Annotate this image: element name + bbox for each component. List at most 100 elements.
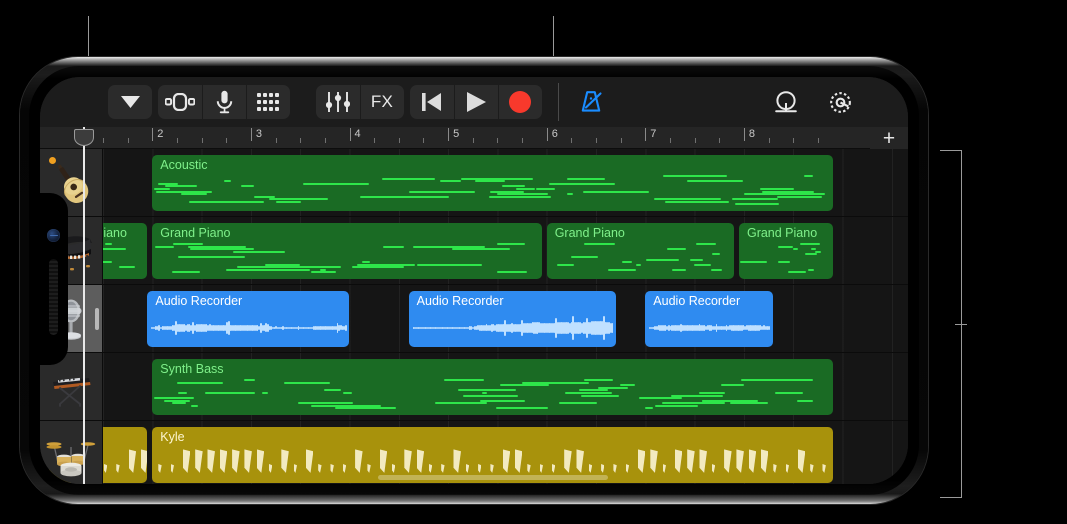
drummer-hit bbox=[822, 463, 826, 473]
midi-note bbox=[515, 187, 536, 190]
loop-browser-button[interactable] bbox=[158, 85, 202, 119]
midi-note bbox=[188, 245, 246, 248]
midi-note bbox=[792, 248, 799, 251]
ruler-bar-number: 2 bbox=[152, 128, 163, 141]
record-button[interactable] bbox=[498, 85, 542, 119]
ruler-beat-tick bbox=[472, 138, 474, 143]
go-to-beginning-button[interactable] bbox=[410, 85, 454, 119]
region-midi[interactable]: Grand Piano bbox=[546, 223, 735, 279]
region-label: Synth Bass bbox=[160, 362, 224, 376]
audio-recorder-button[interactable] bbox=[202, 85, 246, 119]
record-enable-indicator[interactable] bbox=[49, 157, 56, 164]
drummer-hit bbox=[490, 463, 494, 473]
iphone-device-frame: FX 2 3 4 5 6 7 8 + Acoustic Piano Grand … bbox=[20, 57, 928, 504]
midi-note bbox=[172, 271, 200, 274]
track-lane[interactable]: Acoustic bbox=[103, 149, 908, 216]
midi-note bbox=[171, 402, 187, 405]
midi-note bbox=[158, 182, 179, 185]
drummer-hit bbox=[195, 449, 203, 473]
drummer-hit bbox=[441, 463, 445, 473]
midi-note bbox=[177, 255, 245, 258]
track-header-drum-kit[interactable] bbox=[40, 421, 103, 484]
track-row: Grand PianoGrand PianoGrand PianoGrand P… bbox=[40, 217, 908, 285]
add-track-button[interactable]: + bbox=[870, 127, 908, 149]
midi-note bbox=[232, 250, 285, 253]
region-midi[interactable]: Grand Piano bbox=[738, 223, 833, 279]
drummer-hit bbox=[687, 449, 695, 473]
drummer-hit bbox=[453, 449, 461, 473]
drummer-hit bbox=[318, 463, 322, 473]
midi-note bbox=[335, 407, 396, 410]
toolbar-transport-group bbox=[410, 85, 542, 119]
midi-note bbox=[811, 248, 817, 251]
drummer-hit bbox=[625, 463, 630, 473]
ruler-beat-tick bbox=[719, 138, 721, 143]
ruler-bar-number: 3 bbox=[250, 128, 262, 141]
toolbar-navigation-group bbox=[108, 85, 152, 119]
horizontal-scroll-indicator[interactable] bbox=[378, 475, 608, 480]
midi-note bbox=[777, 261, 791, 264]
track-controls-button[interactable] bbox=[316, 85, 360, 119]
fx-button[interactable]: FX bbox=[360, 85, 404, 119]
track-lane[interactable]: Audio Recorder Audio Recorder Audio Record… bbox=[103, 285, 908, 352]
region-label: Audio Recorder bbox=[416, 294, 504, 308]
ruler-beat-tick bbox=[103, 138, 104, 143]
midi-note bbox=[732, 198, 779, 201]
region-label: Audio Recorder bbox=[653, 294, 741, 308]
midi-note bbox=[797, 399, 814, 402]
drummer-hit bbox=[773, 463, 777, 473]
track-lane[interactable]: Synth Bass bbox=[103, 353, 908, 420]
midi-note bbox=[416, 263, 482, 266]
midi-note bbox=[720, 384, 745, 387]
midi-note bbox=[694, 263, 712, 266]
region-audio[interactable]: Audio Recorder bbox=[147, 291, 350, 347]
track-lane[interactable]: Grand PianoGrand PianoGrand PianoGrand P… bbox=[48, 217, 908, 284]
settings-button[interactable] bbox=[820, 85, 860, 119]
drummer-hit bbox=[662, 463, 666, 473]
drummer-hit bbox=[650, 449, 658, 473]
midi-note bbox=[635, 263, 642, 266]
midi-note bbox=[582, 190, 627, 193]
midi-note bbox=[479, 399, 526, 402]
track-resize-handle[interactable] bbox=[95, 307, 99, 330]
ruler-beat-tick bbox=[620, 138, 622, 143]
ruler-beat-tick bbox=[669, 138, 671, 143]
drummer-hit bbox=[342, 463, 347, 473]
midi-note bbox=[361, 261, 371, 264]
ruler-bar-number: 8 bbox=[743, 128, 755, 141]
drummer-hit bbox=[699, 449, 707, 473]
midi-note bbox=[190, 248, 250, 251]
timeline-ruler[interactable]: 12345678 + bbox=[40, 127, 908, 149]
midi-note bbox=[269, 198, 328, 201]
midi-note bbox=[191, 404, 198, 407]
region-audio[interactable]: Audio Recorder bbox=[645, 291, 774, 347]
midi-note bbox=[672, 268, 687, 271]
region-label: Audio Recorder bbox=[155, 294, 243, 308]
midi-note bbox=[155, 190, 212, 193]
midi-note bbox=[317, 404, 382, 407]
midi-note bbox=[567, 193, 574, 196]
midi-note bbox=[178, 391, 188, 394]
instruments-grid-button[interactable] bbox=[246, 85, 290, 119]
play-button[interactable] bbox=[454, 85, 498, 119]
region-midi[interactable]: Synth Bass bbox=[152, 359, 833, 415]
region-midi[interactable]: Acoustic bbox=[152, 155, 833, 211]
my-songs-button[interactable] bbox=[108, 85, 152, 119]
drummer-hit bbox=[502, 449, 511, 473]
ruler-bar-number: 4 bbox=[349, 128, 361, 141]
drummer-hit bbox=[428, 463, 433, 473]
midi-note bbox=[481, 391, 487, 394]
midi-note bbox=[118, 266, 135, 269]
midi-note bbox=[777, 245, 794, 248]
midi-note bbox=[382, 245, 404, 248]
midi-note bbox=[644, 407, 654, 410]
region-audio[interactable]: Audio Recorder bbox=[408, 291, 616, 347]
region-label: Grand Piano bbox=[746, 226, 818, 240]
metronome-button[interactable] bbox=[569, 85, 613, 119]
midi-note bbox=[385, 195, 414, 198]
region-midi[interactable]: Grand Piano bbox=[152, 223, 542, 279]
midi-note bbox=[176, 381, 224, 384]
drummer-hit bbox=[588, 463, 593, 473]
song-sections-button[interactable] bbox=[766, 85, 806, 119]
midi-note bbox=[620, 384, 635, 387]
